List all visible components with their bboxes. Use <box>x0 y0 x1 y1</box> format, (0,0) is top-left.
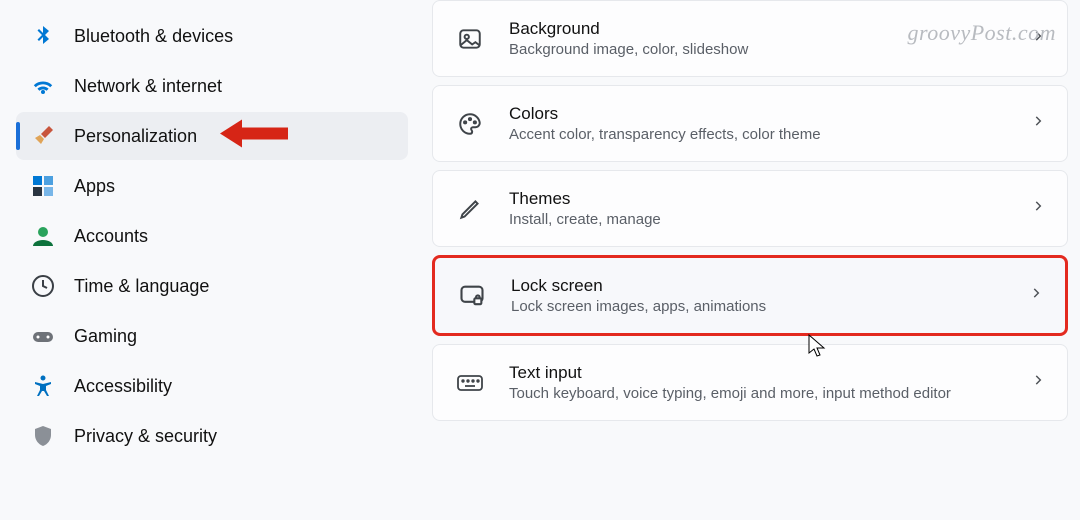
bluetooth-icon <box>30 23 56 49</box>
sidebar-label: Gaming <box>74 326 137 347</box>
sidebar-item-privacy[interactable]: Privacy & security <box>16 412 408 460</box>
sidebar-label: Time & language <box>74 276 209 297</box>
card-text: Themes Install, create, manage <box>509 189 1007 228</box>
apps-icon <box>30 173 56 199</box>
chevron-right-icon <box>1031 373 1045 392</box>
sidebar-label: Accessibility <box>74 376 172 397</box>
sidebar-item-gaming[interactable]: Gaming <box>16 312 408 360</box>
sidebar-item-apps[interactable]: Apps <box>16 162 408 210</box>
card-text: Background Background image, color, slid… <box>509 19 1007 58</box>
keyboard-icon <box>455 368 485 398</box>
personalization-panel: Background Background image, color, slid… <box>420 0 1080 520</box>
card-subtitle: Lock screen images, apps, animations <box>511 298 1005 315</box>
card-title: Themes <box>509 189 1007 209</box>
card-themes[interactable]: Themes Install, create, manage <box>432 170 1068 247</box>
sidebar-label: Personalization <box>74 126 197 147</box>
card-subtitle: Touch keyboard, voice typing, emoji and … <box>509 385 1007 402</box>
shield-icon <box>30 423 56 449</box>
settings-sidebar: Bluetooth & devices Network & internet P… <box>0 0 420 520</box>
card-title: Background <box>509 19 1007 39</box>
card-background[interactable]: Background Background image, color, slid… <box>432 0 1068 77</box>
card-text-input[interactable]: Text input Touch keyboard, voice typing,… <box>432 344 1068 421</box>
sidebar-label: Bluetooth & devices <box>74 26 233 47</box>
card-title: Colors <box>509 104 1007 124</box>
person-icon <box>30 223 56 249</box>
chevron-right-icon <box>1031 114 1045 133</box>
monitor-lock-icon <box>457 281 487 311</box>
sidebar-item-network[interactable]: Network & internet <box>16 62 408 110</box>
sidebar-label: Apps <box>74 176 115 197</box>
card-colors[interactable]: Colors Accent color, transparency effect… <box>432 85 1068 162</box>
card-text: Text input Touch keyboard, voice typing,… <box>509 363 1007 402</box>
card-subtitle: Accent color, transparency effects, colo… <box>509 126 1007 143</box>
paintbrush-icon <box>30 123 56 149</box>
card-subtitle: Install, create, manage <box>509 211 1007 228</box>
gamepad-icon <box>30 323 56 349</box>
sidebar-label: Network & internet <box>74 76 222 97</box>
sidebar-label: Accounts <box>74 226 148 247</box>
card-title: Text input <box>509 363 1007 383</box>
chevron-right-icon <box>1031 199 1045 218</box>
card-title: Lock screen <box>511 276 1005 296</box>
card-text: Lock screen Lock screen images, apps, an… <box>511 276 1005 315</box>
sidebar-item-accessibility[interactable]: Accessibility <box>16 362 408 410</box>
annotation-arrow-icon <box>220 120 288 153</box>
accessibility-icon <box>30 373 56 399</box>
sidebar-item-time[interactable]: Time & language <box>16 262 408 310</box>
sidebar-item-personalization[interactable]: Personalization <box>16 112 408 160</box>
clock-globe-icon <box>30 273 56 299</box>
pen-icon <box>455 194 485 224</box>
palette-icon <box>455 109 485 139</box>
sidebar-label: Privacy & security <box>74 426 217 447</box>
wifi-icon <box>30 73 56 99</box>
chevron-right-icon <box>1029 286 1043 305</box>
picture-icon <box>455 24 485 54</box>
card-subtitle: Background image, color, slideshow <box>509 41 1007 58</box>
chevron-right-icon <box>1031 29 1045 48</box>
sidebar-item-accounts[interactable]: Accounts <box>16 212 408 260</box>
card-lock-screen[interactable]: Lock screen Lock screen images, apps, an… <box>432 255 1068 336</box>
card-text: Colors Accent color, transparency effect… <box>509 104 1007 143</box>
sidebar-item-bluetooth[interactable]: Bluetooth & devices <box>16 12 408 60</box>
